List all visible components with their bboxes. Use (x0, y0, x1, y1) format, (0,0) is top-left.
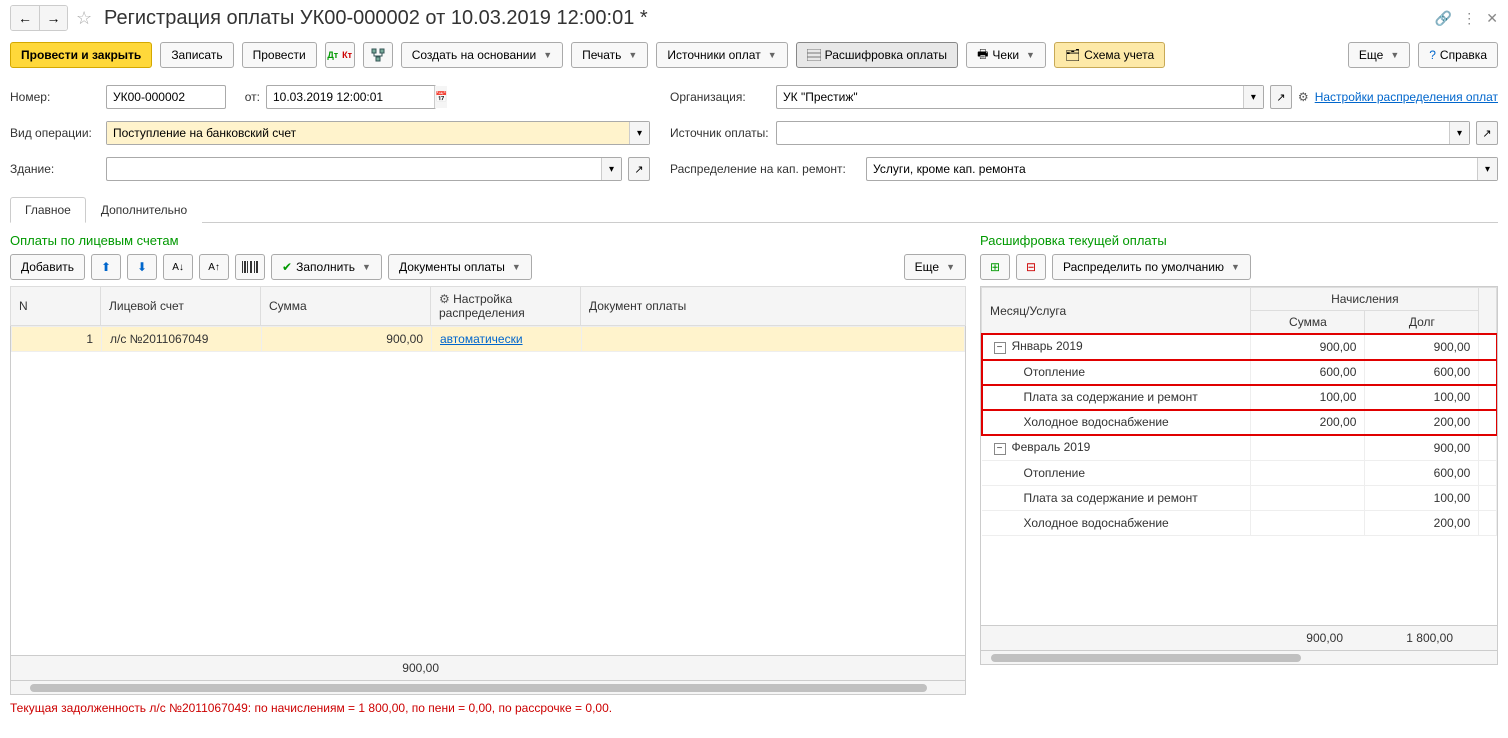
nav-forward-button[interactable]: → (39, 6, 67, 30)
post-button[interactable]: Провести (242, 42, 317, 68)
more-button[interactable]: Еще▼ (1348, 42, 1410, 68)
add-button[interactable]: Добавить (10, 254, 85, 280)
col-sum2[interactable]: Сумма (1251, 311, 1365, 334)
tab-extra[interactable]: Дополнительно (86, 197, 202, 223)
collapse-all-button[interactable]: ⊟ (1016, 254, 1046, 280)
collapse-icon[interactable]: − (994, 443, 1006, 455)
dropdown-icon[interactable]: ▾ (629, 122, 649, 144)
print-button[interactable]: Печать▼ (571, 42, 648, 68)
building-field[interactable] (107, 158, 601, 180)
favorite-star-icon[interactable]: ☆ (76, 8, 96, 28)
dropdown-icon[interactable]: ▾ (1449, 122, 1469, 144)
col-doc[interactable]: Документ оплаты (581, 287, 966, 326)
debt-summary: Текущая задолженность л/с №2011067049: п… (10, 695, 966, 721)
col-acct[interactable]: Лицевой счет (101, 287, 261, 326)
help-button[interactable]: ? Справка (1418, 42, 1498, 68)
col-dist[interactable]: ⚙ Настройка распределения (431, 287, 581, 326)
structure-icon (371, 48, 385, 62)
open-source-button[interactable]: ↗ (1476, 121, 1498, 145)
printer-icon: 🖶 (977, 45, 988, 66)
sort-desc-button[interactable]: A↑ (199, 254, 229, 280)
move-up-button[interactable]: ⬆ (91, 254, 121, 280)
page-title: Регистрация оплаты УК00-000002 от 10.03.… (104, 7, 1427, 30)
payment-sources-button[interactable]: Источники оплат▼ (656, 42, 787, 68)
col-accruals[interactable]: Начисления (1251, 288, 1479, 311)
source-label: Источник оплаты: (670, 126, 770, 140)
left-hscrollbar[interactable] (10, 681, 966, 695)
payments-table: N Лицевой счет Сумма ⚙ Настройка распред… (10, 286, 966, 326)
save-button[interactable]: Записать (160, 42, 233, 68)
tree-row[interactable]: Холодное водоснабжение 200,00 (982, 511, 1497, 536)
create-based-on-button[interactable]: Создать на основании▼ (401, 42, 563, 68)
sort-asc-button[interactable]: A↓ (163, 254, 193, 280)
payment-breakdown-button[interactable]: Расшифровка оплаты (796, 42, 958, 68)
dropdown-icon[interactable]: ▾ (601, 158, 621, 180)
close-icon[interactable]: ✕ (1486, 10, 1498, 27)
left-more-button[interactable]: Еще▼ (904, 254, 966, 280)
tree-row[interactable]: Отопление 600,00 600,00 (982, 360, 1497, 385)
tree-row[interactable]: Холодное водоснабжение 200,00 200,00 (982, 410, 1497, 435)
distribute-default-button[interactable]: Распределить по умолчанию▼ (1052, 254, 1251, 280)
move-down-button[interactable]: ⬇ (127, 254, 157, 280)
number-label: Номер: (10, 90, 100, 104)
org-field[interactable] (777, 86, 1243, 108)
open-org-button[interactable]: ↗ (1270, 85, 1292, 109)
col-debt[interactable]: Долг (1365, 311, 1479, 334)
date-field[interactable] (267, 86, 434, 108)
payment-docs-button[interactable]: Документы оплаты▼ (388, 254, 532, 280)
accounting-scheme-button[interactable]: 🗂Схема учета (1054, 42, 1165, 68)
capdist-field[interactable] (867, 158, 1477, 180)
tab-main[interactable]: Главное (10, 197, 86, 223)
fill-button[interactable]: ✔ Заполнить▼ (271, 254, 382, 280)
tree-row[interactable]: −Февраль 2019 900,00 (982, 435, 1497, 461)
post-and-close-button[interactable]: Провести и закрыть (10, 42, 152, 68)
distribution-settings-link[interactable]: Настройки распределения оплат (1315, 90, 1498, 104)
right-panel-title: Расшифровка текущей оплаты (980, 233, 1498, 248)
capdist-label: Распределение на кап. ремонт: (670, 162, 860, 176)
collapse-icon[interactable]: − (994, 342, 1006, 354)
right-footer-debt: 1 800,00 (1351, 626, 1461, 650)
breakdown-table: Месяц/Услуга Начисления Сумма Долг −Янва… (981, 287, 1497, 536)
link-icon[interactable]: 🔗 (1435, 10, 1452, 27)
optype-field[interactable] (107, 122, 629, 144)
open-building-button[interactable]: ↗ (628, 157, 650, 181)
tree-row[interactable]: Отопление 600,00 (982, 461, 1497, 486)
building-label: Здание: (10, 162, 100, 176)
left-panel-title: Оплаты по лицевым счетам (10, 233, 966, 248)
barcode-icon (242, 261, 258, 273)
dropdown-icon[interactable]: ▾ (1477, 158, 1497, 180)
right-footer-sum: 900,00 (1241, 626, 1351, 650)
barcode-button[interactable] (235, 254, 265, 280)
left-footer-sum: 900,00 (269, 661, 439, 675)
calendar-icon-button[interactable]: 📅 (434, 86, 447, 108)
checks-button[interactable]: 🖶Чеки▼ (966, 42, 1046, 68)
from-label: от: (232, 90, 260, 104)
structure-icon-button[interactable] (363, 42, 393, 68)
org-label: Организация: (670, 90, 770, 104)
tree-row[interactable]: −Январь 2019 900,00 900,00 (982, 334, 1497, 360)
list-icon (807, 49, 821, 61)
table-row[interactable]: 1 л/с №2011067049 900,00 автоматически (12, 327, 965, 352)
col-month-service[interactable]: Месяц/Услуга (982, 288, 1251, 334)
scheme-icon: 🗂 (1065, 48, 1080, 62)
optype-label: Вид операции: (10, 126, 100, 140)
right-hscrollbar[interactable] (980, 651, 1498, 665)
tree-row[interactable]: Плата за содержание и ремонт 100,00 (982, 486, 1497, 511)
dropdown-icon[interactable]: ▾ (1243, 86, 1263, 108)
col-sum[interactable]: Сумма (261, 287, 431, 326)
nav-back-button[interactable]: ← (11, 6, 39, 30)
more-vertical-icon[interactable]: ⋮ (1462, 10, 1476, 27)
source-field[interactable] (777, 122, 1449, 144)
dt-kt-icon-button[interactable]: ДтКт (325, 42, 355, 68)
tree-row[interactable]: Плата за содержание и ремонт 100,00 100,… (982, 385, 1497, 410)
gear-icon: ⚙ (1298, 90, 1309, 104)
distribution-link[interactable]: автоматически (440, 332, 523, 346)
col-n[interactable]: N (11, 287, 101, 326)
expand-all-button[interactable]: ⊞ (980, 254, 1010, 280)
